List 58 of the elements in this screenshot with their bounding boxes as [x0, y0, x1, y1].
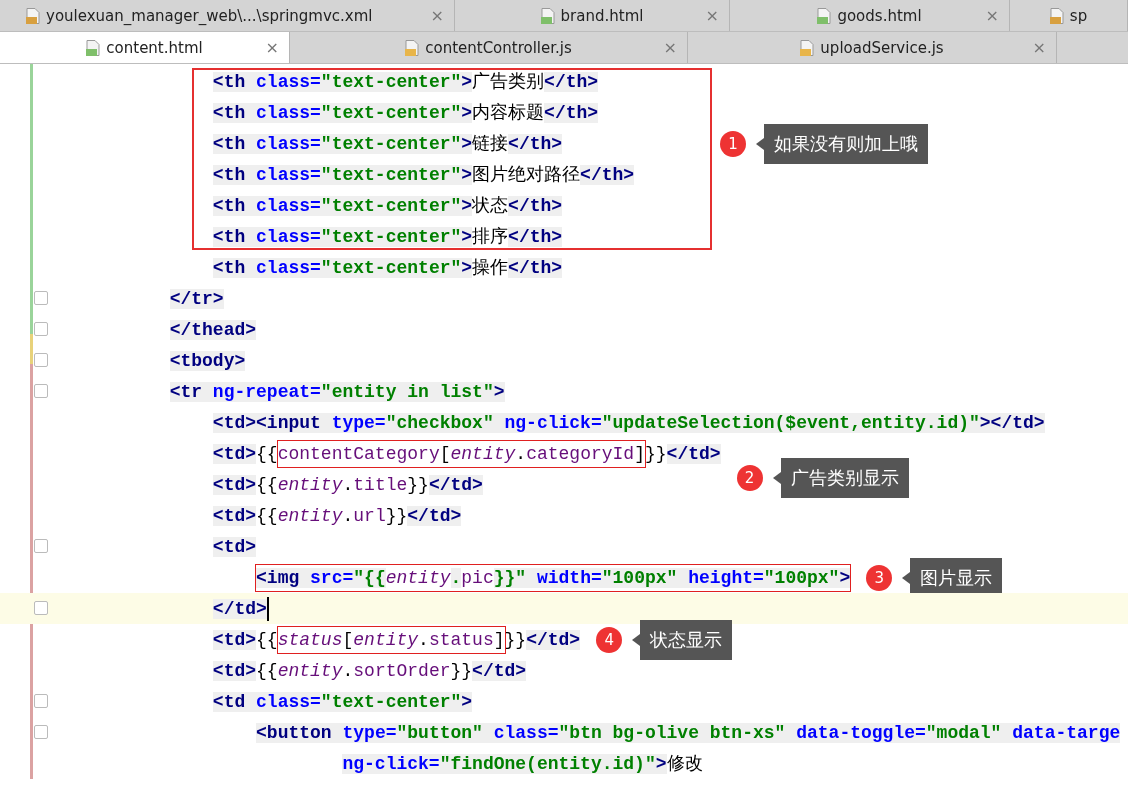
code-text: <th class="text-center">内容标题</th>: [212, 101, 599, 125]
highlight-box: status[entity.status]: [277, 626, 505, 653]
code-text: <th class="text-center">链接</th>: [212, 132, 563, 156]
number-badge: 4: [596, 626, 623, 653]
code-text: <td><input type="checkbox" ng-click="updateSelection($event,entity.id)"></td>: [212, 411, 1045, 435]
highlight-box: <img src="{{entity.pic}}" width="100px" height="100px">: [256, 564, 851, 591]
file-icon: [800, 39, 815, 56]
file-icon: [540, 7, 555, 24]
file-icon: [817, 7, 832, 24]
code-text: }}</td>: [504, 628, 581, 652]
fold-icon[interactable]: [34, 539, 48, 553]
code-text: <tbody>: [169, 349, 246, 373]
code-text: <th class="text-center">操作</th>: [212, 256, 563, 280]
code-text: </tr>: [169, 287, 224, 311]
editor-tab[interactable]: youlexuan_manager_web\...\springmvc.xml ×: [0, 0, 455, 31]
code-text: </td>: [212, 597, 267, 621]
fold-icon[interactable]: [34, 353, 48, 367]
callout-label: 如果没有则加上哦: [756, 123, 928, 164]
editor-tab[interactable]: contentController.js ×: [290, 32, 688, 63]
file-icon: [405, 39, 420, 56]
file-icon: [86, 39, 101, 56]
code-text: <td class="text-center">: [212, 690, 473, 714]
editor-tab[interactable]: brand.html ×: [455, 0, 730, 31]
code-text: }}</td>: [644, 442, 721, 466]
code-text: <th class="text-center">广告类别</th>: [212, 70, 599, 94]
fold-icon[interactable]: [34, 384, 48, 398]
fold-icon[interactable]: [34, 694, 48, 708]
callout-label: 状态显示: [632, 619, 733, 660]
fold-icon[interactable]: [34, 322, 48, 336]
number-badge: 1: [720, 130, 746, 157]
callout-label: 广告类别显示: [772, 457, 909, 498]
editor-tab[interactable]: goods.html ×: [730, 0, 1010, 31]
number-badge: 3: [866, 564, 893, 591]
code-text: <tr ng-repeat="entity in list">: [169, 380, 505, 404]
fold-icon[interactable]: [34, 725, 48, 739]
editor-tab[interactable]: uploadService.js ×: [688, 32, 1057, 63]
close-icon[interactable]: ×: [265, 38, 279, 57]
editor-tab[interactable]: sp: [1010, 0, 1128, 31]
code-text: <th class="text-center">状态</th>: [212, 194, 563, 218]
code-text: </thead>: [169, 318, 257, 342]
code-text: ng-click="findOne(entity.id)">修改: [342, 752, 703, 776]
file-icon: [26, 7, 40, 24]
file-icon: [1049, 7, 1064, 24]
code-text: <button type="button" class="btn bg-olive btn-xs" data-toggle="modal" data-targe: [256, 721, 1121, 745]
code-text: <td>{{entity.sortOrder}}</td>: [212, 659, 527, 683]
code-text: <td>{{: [212, 628, 278, 652]
code-text: <td>: [212, 535, 257, 559]
number-badge: 2: [736, 464, 763, 491]
code-text: <td>{{entity.title}}</td>: [212, 473, 483, 497]
editor-tab[interactable]: content.html ×: [0, 32, 290, 63]
highlight-box: contentCategory[entity.categoryId]: [277, 440, 645, 467]
fold-icon[interactable]: [34, 601, 48, 615]
code-text: <th class="text-center">排序</th>: [212, 225, 563, 249]
fold-icon[interactable]: [34, 291, 48, 305]
code-text: <td>{{: [212, 442, 278, 466]
code-text: <td>{{entity.url}}</td>: [212, 504, 462, 528]
code-text: <th class="text-center">图片绝对路径</th>: [212, 163, 635, 187]
text-cursor: [266, 596, 269, 621]
